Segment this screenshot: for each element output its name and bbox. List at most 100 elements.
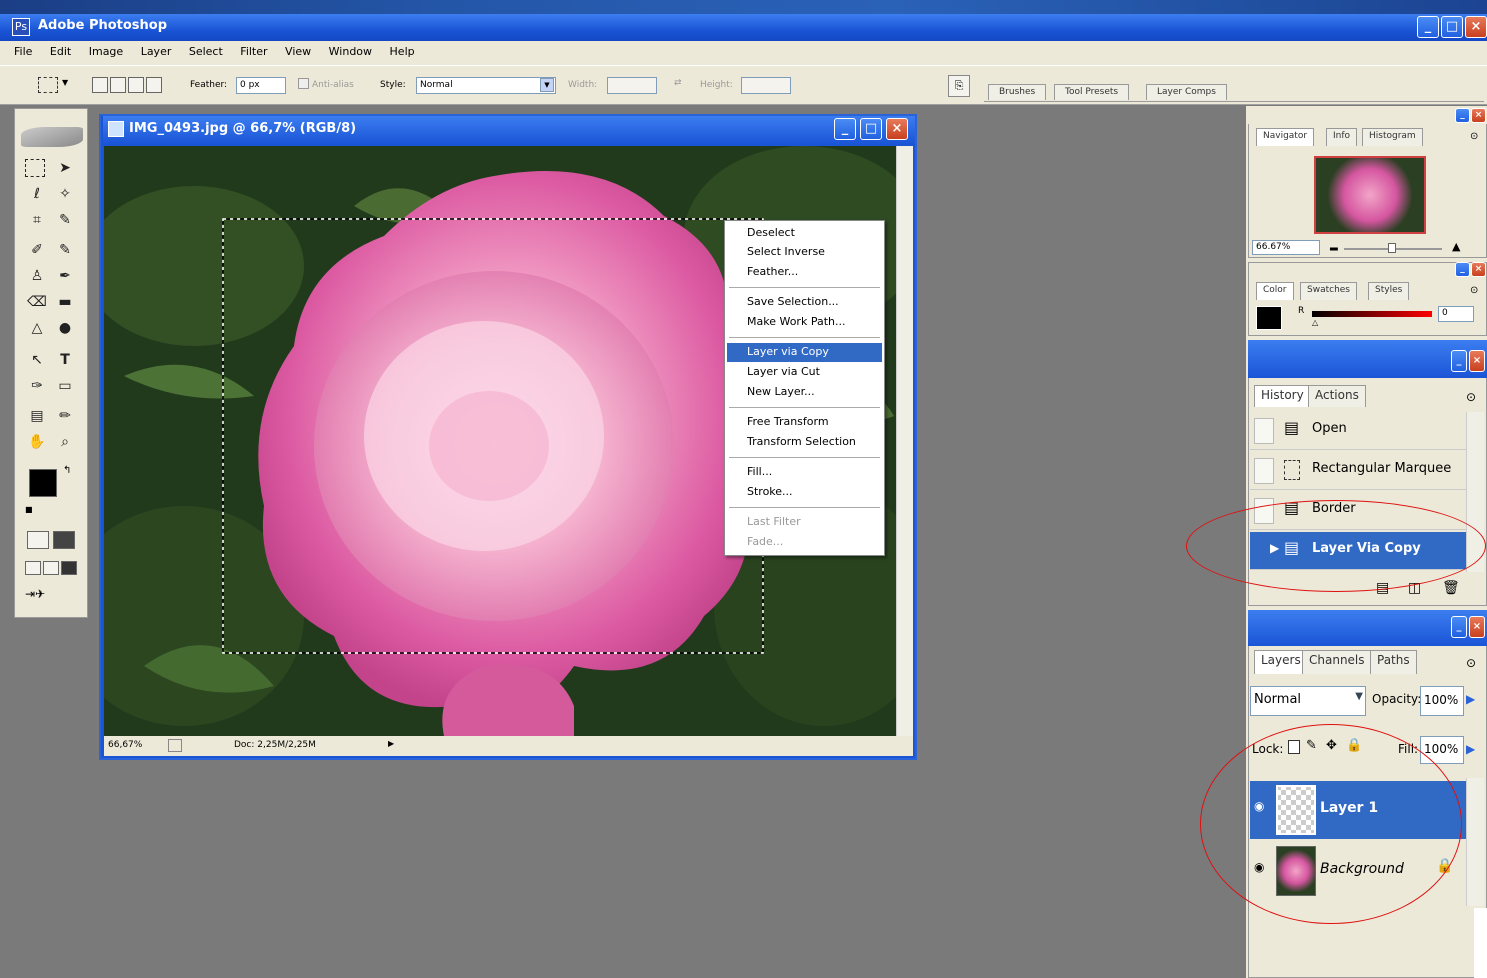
- eye-icon[interactable]: ◉: [1254, 860, 1270, 880]
- tab-layer-comps[interactable]: Layer Comps: [1146, 84, 1227, 100]
- slider-handle-icon[interactable]: △: [1312, 318, 1318, 327]
- tab-tool-presets[interactable]: Tool Presets: [1054, 84, 1130, 100]
- menu-select[interactable]: Select: [189, 45, 223, 58]
- menu-item-free-transform[interactable]: Free Transform: [727, 413, 882, 432]
- palette-minimize-button[interactable]: _: [1455, 262, 1470, 277]
- doc-maximize-button[interactable]: □: [860, 118, 882, 140]
- eyedropper-icon[interactable]: ✏: [53, 405, 77, 427]
- add-selection-icon[interactable]: [110, 77, 126, 93]
- antialias-checkbox[interactable]: [298, 78, 309, 89]
- zoom-tool-icon[interactable]: ⌕: [53, 431, 77, 453]
- menu-help[interactable]: Help: [390, 45, 415, 58]
- chevron-down-icon[interactable]: ▼: [540, 78, 554, 92]
- notes-tool-icon[interactable]: ▤: [25, 405, 49, 427]
- menu-edit[interactable]: Edit: [50, 45, 71, 58]
- menu-image[interactable]: Image: [89, 45, 123, 58]
- palette-close-button[interactable]: ×: [1469, 616, 1485, 638]
- zoom-out-icon[interactable]: ▂: [1330, 240, 1338, 251]
- width-input[interactable]: [607, 77, 657, 94]
- trash-icon[interactable]: 🗑: [1442, 580, 1460, 596]
- menu-file[interactable]: File: [14, 45, 32, 58]
- menu-item-transform-selection[interactable]: Transform Selection: [727, 433, 882, 452]
- jump-to-imageready-icon[interactable]: ⇥✈: [25, 587, 65, 605]
- history-source-box[interactable]: [1254, 498, 1274, 524]
- doc-close-button[interactable]: ×: [886, 118, 908, 140]
- tab-color[interactable]: Color: [1256, 282, 1294, 300]
- menu-layer[interactable]: Layer: [141, 45, 172, 58]
- eye-icon[interactable]: ◉: [1254, 799, 1270, 819]
- eraser-tool-icon[interactable]: ⌫: [25, 291, 49, 313]
- lock-transparency-icon[interactable]: [1288, 740, 1300, 754]
- history-scrollbar[interactable]: [1466, 412, 1484, 572]
- layer-row-background[interactable]: ◉ Background 🔒: [1250, 842, 1482, 900]
- history-item-layer-via-copy[interactable]: ▶ ▤ Layer Via Copy: [1250, 532, 1482, 570]
- foreground-color-swatch[interactable]: [29, 469, 57, 497]
- pen-tool-icon[interactable]: ✑: [25, 375, 49, 397]
- menu-item-stroke[interactable]: Stroke...: [727, 483, 882, 502]
- palette-menu-icon[interactable]: ⊙: [1466, 656, 1476, 670]
- file-browser-icon[interactable]: ⎘: [948, 75, 970, 97]
- palette-minimize-button[interactable]: _: [1451, 616, 1467, 638]
- palette-menu-icon[interactable]: ⊙: [1466, 390, 1476, 404]
- screen-mode-standard-icon[interactable]: [25, 561, 41, 575]
- zoom-in-icon[interactable]: ▲: [1452, 240, 1460, 253]
- doc-minimize-button[interactable]: _: [834, 118, 856, 140]
- type-tool-icon[interactable]: T: [53, 349, 77, 371]
- vertical-scrollbar[interactable]: [896, 146, 913, 736]
- tab-actions[interactable]: Actions: [1308, 385, 1366, 407]
- healing-brush-icon[interactable]: ✐: [25, 239, 49, 261]
- create-snapshot-icon[interactable]: ◫: [1408, 580, 1421, 596]
- palette-close-button[interactable]: ×: [1469, 350, 1485, 372]
- history-item-border[interactable]: ▤ Border: [1250, 492, 1482, 530]
- menu-window[interactable]: Window: [329, 45, 372, 58]
- tab-channels[interactable]: Channels: [1302, 650, 1372, 674]
- palette-minimize-button[interactable]: _: [1455, 108, 1470, 123]
- path-selection-icon[interactable]: ↖: [25, 349, 49, 371]
- zoom-thumbnail-icon[interactable]: [168, 739, 182, 752]
- tab-swatches[interactable]: Swatches: [1300, 282, 1357, 300]
- lock-pixels-icon[interactable]: ✎: [1306, 738, 1317, 753]
- status-menu-arrow-icon[interactable]: ▶: [388, 739, 394, 748]
- color-foreground-swatch[interactable]: [1256, 306, 1282, 330]
- red-channel-slider[interactable]: [1312, 311, 1432, 317]
- history-source-box[interactable]: [1254, 458, 1274, 484]
- layer-name[interactable]: Layer 1: [1320, 800, 1378, 816]
- menu-item-feather[interactable]: Feather...: [727, 263, 882, 282]
- layers-scrollbar[interactable]: [1466, 778, 1484, 906]
- move-tool-icon[interactable]: ➤: [53, 157, 77, 179]
- screen-mode-full-menu-icon[interactable]: [43, 561, 59, 575]
- tab-histogram[interactable]: Histogram: [1362, 128, 1423, 146]
- marquee-tool-icon[interactable]: [25, 159, 45, 177]
- palette-close-button[interactable]: ×: [1471, 108, 1486, 123]
- menu-item-fill[interactable]: Fill...: [727, 463, 882, 482]
- menu-view[interactable]: View: [285, 45, 311, 58]
- navigator-zoom-input[interactable]: 66.67%: [1252, 240, 1320, 255]
- swap-colors-icon[interactable]: ↰: [63, 465, 71, 476]
- screen-mode-full-icon[interactable]: [61, 561, 77, 575]
- palette-minimize-button[interactable]: _: [1451, 350, 1467, 372]
- hand-tool-icon[interactable]: ✋: [25, 431, 49, 453]
- menu-item-new-layer[interactable]: New Layer...: [727, 383, 882, 402]
- tab-layers[interactable]: Layers: [1254, 650, 1308, 674]
- history-source-box[interactable]: [1254, 418, 1274, 444]
- clone-stamp-icon[interactable]: ♙: [25, 265, 49, 287]
- slice-tool-icon[interactable]: ✎: [53, 209, 77, 231]
- tab-paths[interactable]: Paths: [1370, 650, 1417, 674]
- history-brush-icon[interactable]: ✒: [53, 265, 77, 287]
- tab-navigator[interactable]: Navigator: [1256, 128, 1315, 146]
- new-document-from-state-icon[interactable]: ▤: [1376, 580, 1389, 596]
- fill-slider-arrow-icon[interactable]: ▶: [1466, 742, 1475, 756]
- menu-item-layer-via-copy[interactable]: Layer via Copy: [727, 343, 882, 362]
- intersect-selection-icon[interactable]: [146, 77, 162, 93]
- menu-item-deselect[interactable]: Deselect: [727, 224, 882, 243]
- tab-brushes[interactable]: Brushes: [988, 84, 1047, 100]
- layer-name[interactable]: Background: [1320, 861, 1404, 877]
- blur-tool-icon[interactable]: △: [25, 317, 49, 339]
- new-selection-icon[interactable]: [92, 77, 108, 93]
- lasso-tool-icon[interactable]: ℓ: [25, 183, 49, 205]
- menu-filter[interactable]: Filter: [240, 45, 267, 58]
- standard-mode-icon[interactable]: [27, 531, 49, 549]
- layer-row-layer-1[interactable]: ◉ Layer 1: [1250, 781, 1482, 839]
- palette-menu-icon[interactable]: ⊙: [1470, 131, 1478, 142]
- default-colors-icon[interactable]: ■: [25, 505, 33, 514]
